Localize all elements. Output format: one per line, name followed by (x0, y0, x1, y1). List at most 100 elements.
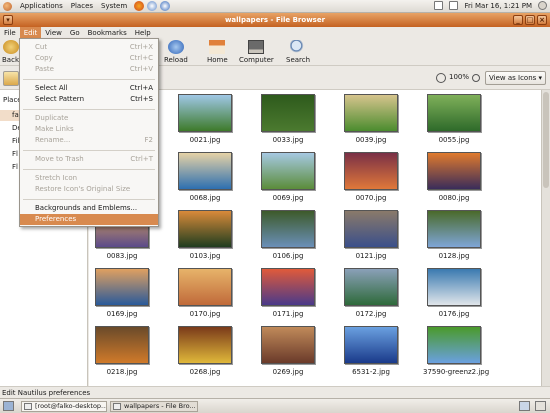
menu-item-select-pattern[interactable]: Select Pattern Ctrl+S (20, 94, 158, 105)
menu-item-rename[interactable]: Rename... F2 (20, 135, 158, 146)
image-thumbnail (178, 210, 232, 248)
task-file-browser[interactable]: wallpapers - File Bro... (110, 401, 198, 412)
image-thumbnail (95, 268, 149, 306)
window-titlebar[interactable]: ▾ wallpapers - File Browser _ □ × (0, 13, 550, 27)
file-name: 0169.jpg (106, 310, 138, 318)
file-icon-item[interactable]: 0069.jpg (257, 152, 319, 202)
close-icon[interactable]: × (537, 15, 547, 25)
image-thumbnail (261, 268, 315, 306)
applications-menu[interactable]: Applications (16, 2, 67, 10)
file-icon-item[interactable]: 0080.jpg (423, 152, 485, 202)
file-name: 37590-greenz2.jpg (423, 368, 490, 376)
power-icon[interactable] (538, 1, 547, 10)
menu-item-backgrounds-emblems[interactable]: Backgrounds and Emblems... (20, 203, 158, 214)
menu-item-restore-icon-size[interactable]: Restore Icon's Original Size (20, 184, 158, 195)
sidebar-item-floppy[interactable]: Fl (0, 149, 18, 160)
menu-item-paste[interactable]: Paste Ctrl+V (20, 64, 158, 75)
file-name: 0069.jpg (272, 194, 304, 202)
file-name: 0121.jpg (355, 252, 387, 260)
image-thumbnail (261, 152, 315, 190)
file-icon-item[interactable]: 0070.jpg (340, 152, 402, 202)
sidebar-item-floppy-2[interactable]: Fl (0, 162, 18, 173)
file-icon-item[interactable]: 0128.jpg (423, 210, 485, 260)
menu-item-select-all[interactable]: Select All Ctrl+A (20, 83, 158, 94)
scrollbar-thumb[interactable] (543, 92, 549, 188)
image-thumbnail (344, 210, 398, 248)
workspace-switcher-icon[interactable] (519, 401, 530, 411)
file-icon-item[interactable]: 0269.jpg (257, 326, 319, 376)
file-icon-item[interactable]: 0170.jpg (174, 268, 236, 318)
file-icon-item[interactable]: 6531-2.jpg (340, 326, 402, 376)
menu-separator (23, 169, 155, 170)
vertical-scrollbar[interactable] (541, 90, 550, 386)
menu-item-make-links[interactable]: Make Links (20, 124, 158, 135)
view-as-select[interactable]: View as Icons ▾ (485, 71, 546, 85)
back-button[interactable]: Back (2, 40, 19, 64)
menu-item-preferences[interactable]: Preferences (20, 214, 158, 225)
sidebar-item-filesystem[interactable]: Fil (0, 136, 19, 147)
status-bar: Edit Nautilus preferences (0, 386, 550, 398)
firefox-icon[interactable] (134, 1, 145, 11)
terminal-icon (24, 403, 32, 410)
file-icon-item[interactable]: 0055.jpg (423, 94, 485, 144)
file-name: 0070.jpg (355, 194, 387, 202)
file-icon-item[interactable]: 0021.jpg (174, 94, 236, 144)
clock[interactable]: Fri Mar 16, 1:21 PM (464, 2, 532, 10)
file-name: 0055.jpg (438, 136, 470, 144)
folder-icon (113, 403, 121, 410)
file-icon-item[interactable]: 0121.jpg (340, 210, 402, 260)
zoom-icon[interactable] (436, 73, 446, 83)
image-thumbnail (427, 152, 481, 190)
maximize-icon[interactable]: □ (525, 15, 535, 25)
volume-icon[interactable] (449, 1, 459, 10)
help-icon[interactable] (160, 1, 171, 11)
computer-button[interactable]: Computer (239, 40, 274, 64)
file-icon-item[interactable]: 0068.jpg (174, 152, 236, 202)
reload-button[interactable]: Reload (164, 40, 188, 64)
menu-separator (23, 79, 155, 80)
network-icon[interactable] (434, 1, 444, 10)
task-terminal[interactable]: [root@falko-desktop... (21, 401, 107, 412)
file-name: 0218.jpg (106, 368, 138, 376)
menu-item-stretch-icon[interactable]: Stretch Icon (20, 173, 158, 184)
window-menu-icon[interactable]: ▾ (3, 15, 13, 25)
file-icon-item[interactable]: 0169.jpg (91, 268, 153, 318)
file-icon-item[interactable]: 0172.jpg (340, 268, 402, 318)
location-toggle-button[interactable] (3, 71, 19, 86)
file-icon-item[interactable]: 0106.jpg (257, 210, 319, 260)
image-thumbnail (344, 152, 398, 190)
file-name: 0269.jpg (272, 368, 304, 376)
image-thumbnail (427, 210, 481, 248)
image-thumbnail (344, 268, 398, 306)
menu-item-move-to-trash[interactable]: Move to Trash Ctrl+T (20, 154, 158, 165)
file-icon-item[interactable]: 37590-greenz2.jpg (423, 326, 490, 376)
menu-item-copy[interactable]: Copy Ctrl+C (20, 53, 158, 64)
system-menu[interactable]: System (97, 2, 131, 10)
file-icon-item[interactable]: 0039.jpg (340, 94, 402, 144)
file-icon-item[interactable]: 0033.jpg (257, 94, 319, 144)
menu-item-cut[interactable]: Cut Ctrl+X (20, 42, 158, 53)
zoom-level[interactable]: 100% (449, 73, 469, 81)
file-icon-item[interactable]: 0103.jpg (174, 210, 236, 260)
menu-separator (23, 199, 155, 200)
menu-item-duplicate[interactable]: Duplicate (20, 113, 158, 124)
file-icon-item[interactable]: 0268.jpg (174, 326, 236, 376)
trash-icon[interactable] (535, 401, 546, 411)
file-name: 0083.jpg (106, 252, 138, 260)
file-icon-item[interactable]: 0176.jpg (423, 268, 485, 318)
home-icon (209, 40, 226, 54)
image-thumbnail (261, 326, 315, 364)
search-button[interactable]: Search (286, 40, 310, 64)
file-name: 0039.jpg (355, 136, 387, 144)
zoom-in-icon[interactable] (472, 74, 480, 82)
file-icon-item[interactable]: 0218.jpg (91, 326, 153, 376)
file-icon-item[interactable]: 0171.jpg (257, 268, 319, 318)
mail-icon[interactable] (147, 1, 158, 11)
home-button[interactable]: Home (207, 40, 228, 64)
places-menu[interactable]: Places (67, 2, 97, 10)
minimize-icon[interactable]: _ (513, 15, 523, 25)
menu-file[interactable]: File (0, 27, 20, 39)
show-desktop-icon[interactable] (3, 401, 14, 411)
ubuntu-logo-icon[interactable] (3, 1, 12, 11)
top-panel: Applications Places System Fri Mar 16, 1… (0, 0, 550, 13)
